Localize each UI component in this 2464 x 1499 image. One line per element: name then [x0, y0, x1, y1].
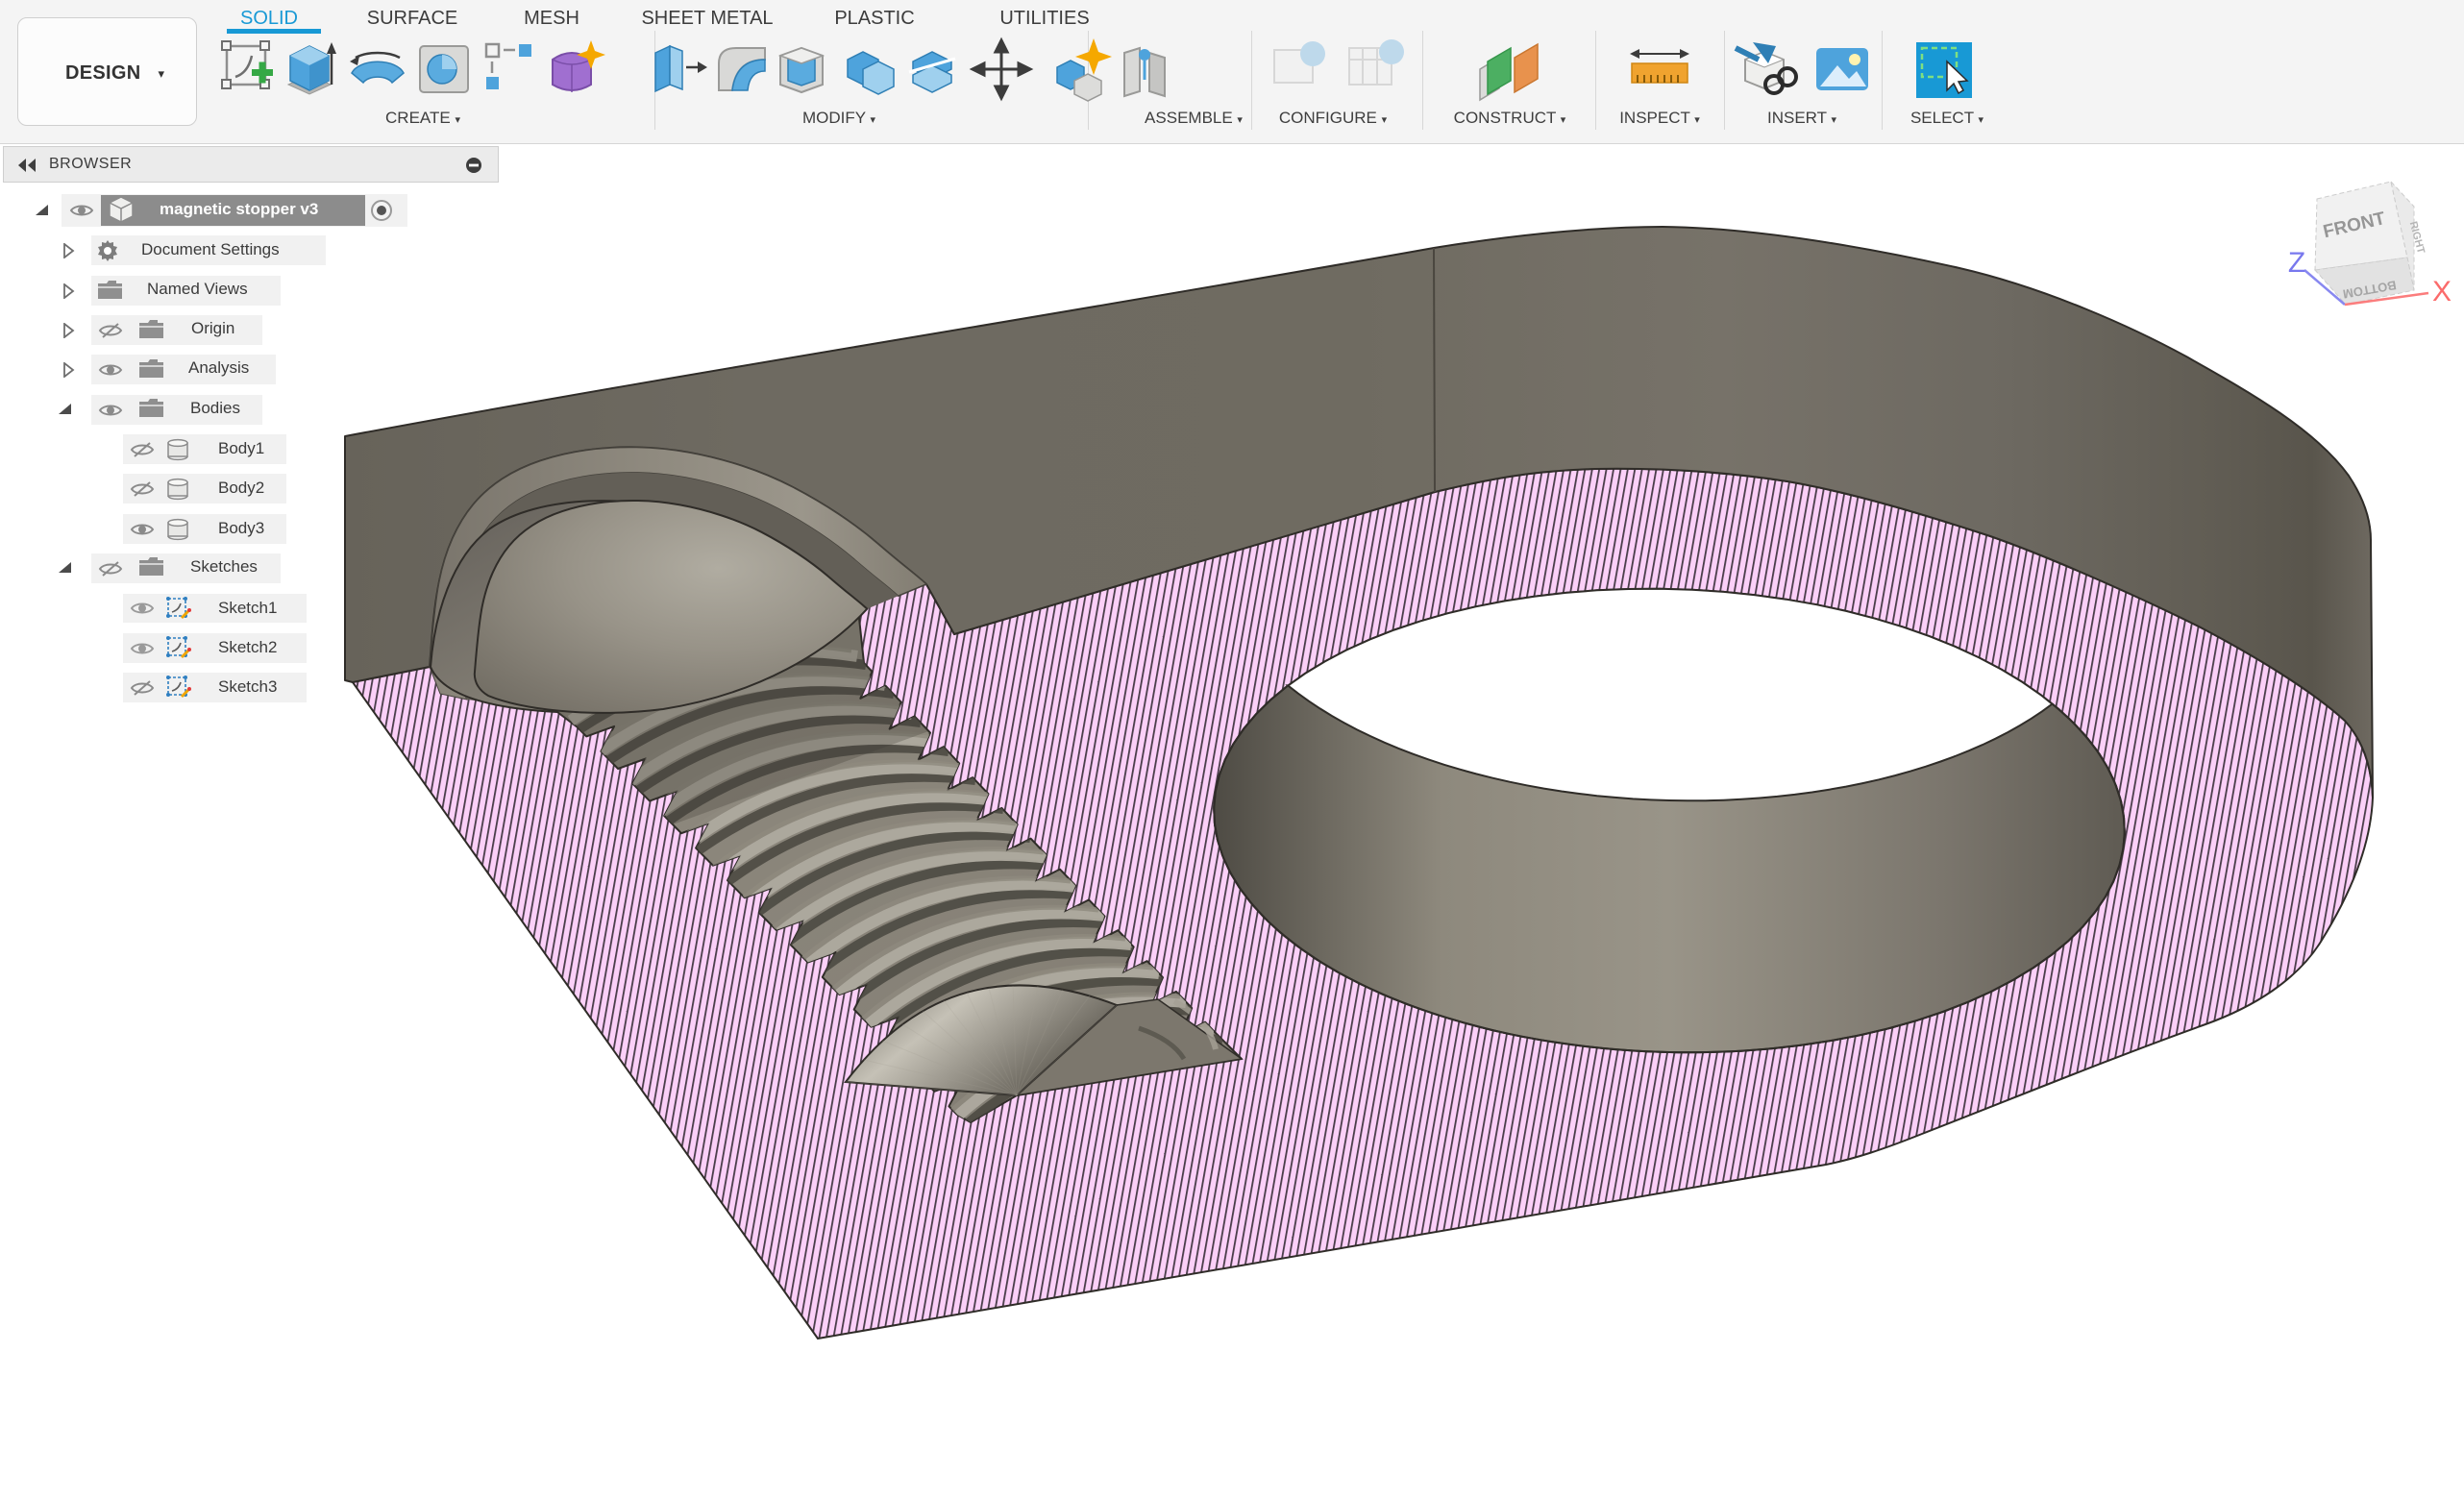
svg-text:X: X [2432, 276, 2452, 307]
svg-text:Z: Z [2288, 247, 2305, 279]
